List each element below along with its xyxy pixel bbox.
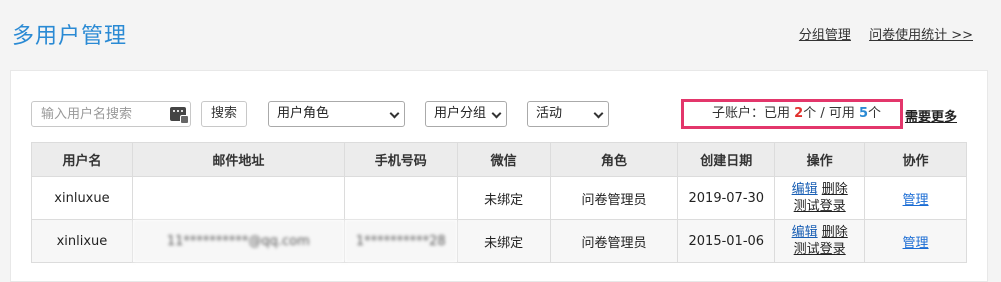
delete-link[interactable]: 删除	[822, 182, 848, 197]
header-phone: 手机号码	[343, 142, 458, 177]
cell-collab: 管理	[864, 176, 967, 220]
header-username: 用户名	[31, 142, 133, 177]
header-collab: 协作	[864, 142, 967, 177]
toolbar: 搜索 用户角色 用户分组 活动 子账户：已用 2个 / 可用 5个 需要更多	[31, 99, 971, 129]
cell-role: 问卷管理员	[549, 176, 679, 220]
search-input[interactable]	[32, 102, 160, 126]
user-management-panel: 搜索 用户角色 用户分组 活动 子账户：已用 2个 / 可用 5个 需要更多 用…	[10, 70, 988, 282]
page-title: 多用户管理	[12, 24, 128, 49]
chevron-down-icon	[389, 108, 400, 119]
test-login-link[interactable]: 测试登录	[794, 199, 846, 214]
cell-actions: 编辑 删除 测试登录	[774, 176, 866, 220]
group-manage-link[interactable]: 分组管理	[799, 28, 851, 43]
delete-link[interactable]: 删除	[822, 225, 848, 240]
keyboard-icon[interactable]	[170, 107, 189, 124]
cell-actions: 编辑 删除 测试登录	[774, 219, 866, 263]
usage-stats-link[interactable]: 问卷使用统计 >>	[869, 28, 973, 43]
table-row: xinlixue 11**********@qq.com 1**********…	[31, 219, 967, 263]
manage-link[interactable]: 管理	[903, 236, 929, 251]
cell-role: 问卷管理员	[549, 219, 679, 263]
edit-link[interactable]: 编辑	[792, 225, 818, 240]
quota-label: 子账户：	[712, 106, 765, 121]
cell-email: 11**********@qq.com	[131, 219, 345, 263]
cell-username: xinlixue	[31, 219, 133, 263]
chevron-down-icon	[593, 108, 604, 119]
user-table: 用户名 邮件地址 手机号码 微信 角色 创建日期 操作 协作 xinluxue …	[31, 142, 967, 263]
cell-wechat: 未绑定	[456, 176, 551, 220]
quota-available-count: 5	[858, 106, 869, 121]
table-header-row: 用户名 邮件地址 手机号码 微信 角色 创建日期 操作 协作	[31, 142, 967, 177]
cell-created: 2015-01-06	[677, 219, 776, 263]
cell-collab: 管理	[864, 219, 967, 263]
cell-wechat: 未绑定	[456, 219, 551, 263]
table-row: xinluxue 未绑定 问卷管理员 2019-07-30 编辑 删除 测试登录…	[31, 176, 967, 220]
quota-used-suffix: 个 / 可用	[803, 106, 859, 121]
edit-link[interactable]: 编辑	[792, 182, 818, 197]
cell-email	[131, 176, 345, 220]
quota-used-prefix: 已用	[764, 106, 795, 121]
test-login-link[interactable]: 测试登录	[794, 242, 846, 257]
status-select-value: 活动	[536, 106, 563, 121]
cell-phone: 1**********28	[343, 219, 458, 263]
manage-link[interactable]: 管理	[903, 193, 929, 208]
group-select[interactable]: 用户分组	[425, 101, 507, 127]
cell-created: 2019-07-30	[677, 176, 776, 220]
cell-username: xinluxue	[31, 176, 133, 220]
page-header: 多用户管理 分组管理 问卷使用统计 >>	[0, 0, 1001, 66]
status-select[interactable]: 活动	[527, 101, 609, 127]
header-actions: 操作	[774, 142, 866, 177]
chevron-down-icon	[491, 108, 502, 119]
role-select-value: 用户角色	[277, 106, 330, 121]
need-more-link[interactable]: 需要更多	[905, 106, 957, 125]
header-role: 角色	[549, 142, 679, 177]
cell-phone	[343, 176, 458, 220]
quota-available-suffix: 个	[868, 106, 882, 121]
quota-used-count: 2	[794, 106, 804, 121]
role-select[interactable]: 用户角色	[268, 101, 405, 127]
header-wechat: 微信	[456, 142, 551, 177]
header-created: 创建日期	[677, 142, 776, 177]
search-box	[31, 101, 191, 127]
search-button[interactable]: 搜索	[201, 101, 248, 127]
top-links: 分组管理 问卷使用统计 >>	[785, 24, 973, 43]
subaccount-quota: 子账户：已用 2个 / 可用 5个	[681, 99, 903, 129]
header-email: 邮件地址	[131, 142, 345, 177]
group-select-value: 用户分组	[434, 106, 487, 121]
